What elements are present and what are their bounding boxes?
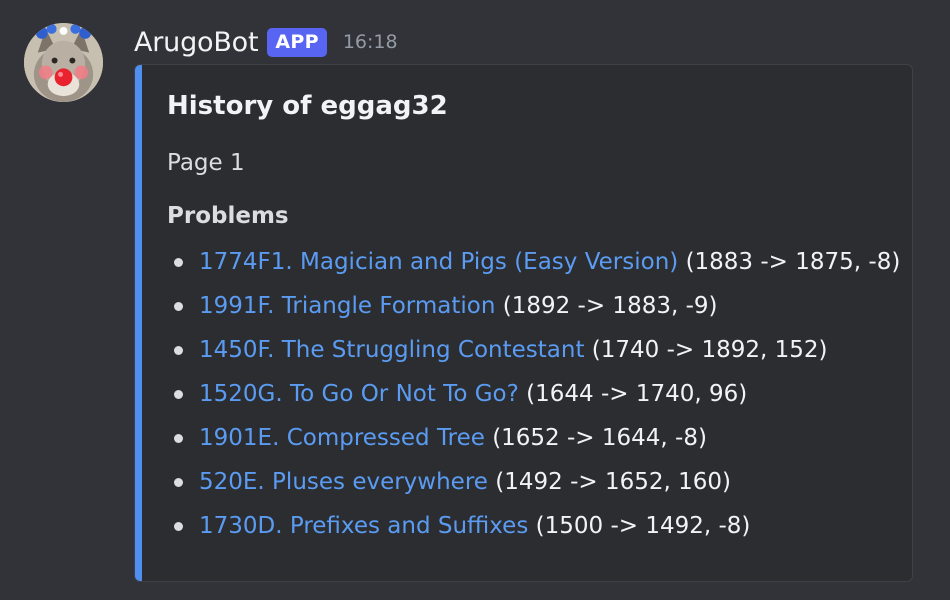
list-item: 1774F1. Magician and Pigs (Easy Version)… [167, 241, 900, 285]
bullet-icon [174, 522, 183, 531]
bullet-icon [174, 258, 183, 267]
bullet-icon [174, 302, 183, 311]
bullet-icon [174, 434, 183, 443]
rating-change: (1652 -> 1644, -8) [492, 425, 707, 451]
bullet-icon [174, 390, 183, 399]
list-item: 1450F. The Struggling Contestant (1740 -… [167, 329, 900, 373]
app-badge: APP [267, 27, 327, 57]
list-item: 1901E. Compressed Tree (1652 -> 1644, -8… [167, 417, 900, 461]
rating-change: (1644 -> 1740, 96) [526, 381, 748, 407]
problem-link[interactable]: 1991F. Triangle Formation [199, 293, 495, 319]
bot-message: ArugoBot APP 16:18 History of eggag32 Pa… [0, 0, 950, 600]
problem-link[interactable]: 1730D. Prefixes and Suffixes [199, 513, 528, 539]
rating-change: (1892 -> 1883, -9) [502, 293, 718, 319]
list-item: 520E. Pluses everywhere (1492 -> 1652, 1… [167, 461, 900, 505]
bullet-icon [174, 478, 183, 487]
problem-link[interactable]: 1901E. Compressed Tree [199, 425, 485, 451]
embed-description: Page 1 [167, 150, 245, 176]
list-item: 1520G. To Go Or Not To Go? (1644 -> 1740… [167, 373, 900, 417]
problem-link[interactable]: 1520G. To Go Or Not To Go? [199, 381, 519, 407]
message-header: ArugoBot APP 16:18 [134, 24, 398, 60]
problems-field-name: Problems [167, 203, 289, 229]
author-name[interactable]: ArugoBot [134, 27, 259, 58]
problem-list: 1774F1. Magician and Pigs (Easy Version)… [167, 241, 900, 549]
rating-change: (1883 -> 1875, -8) [685, 249, 901, 275]
wolf-avatar-icon[interactable] [24, 23, 103, 102]
rating-change: (1492 -> 1652, 160) [495, 469, 731, 495]
problem-link[interactable]: 520E. Pluses everywhere [199, 469, 488, 495]
problem-link[interactable]: 1774F1. Magician and Pigs (Easy Version) [199, 249, 678, 275]
rating-change: (1740 -> 1892, 152) [591, 337, 828, 363]
history-embed: History of eggag32 Page 1 Problems 1774F… [134, 64, 913, 582]
problem-link[interactable]: 1450F. The Struggling Contestant [199, 337, 584, 363]
list-item: 1991F. Triangle Formation (1892 -> 1883,… [167, 285, 900, 329]
rating-change: (1500 -> 1492, -8) [535, 513, 751, 539]
message-timestamp[interactable]: 16:18 [343, 31, 398, 53]
embed-title: History of eggag32 [167, 91, 448, 121]
bullet-icon [174, 346, 183, 355]
list-item: 1730D. Prefixes and Suffixes (1500 -> 14… [167, 505, 900, 549]
embed-accent-bar [135, 65, 142, 581]
